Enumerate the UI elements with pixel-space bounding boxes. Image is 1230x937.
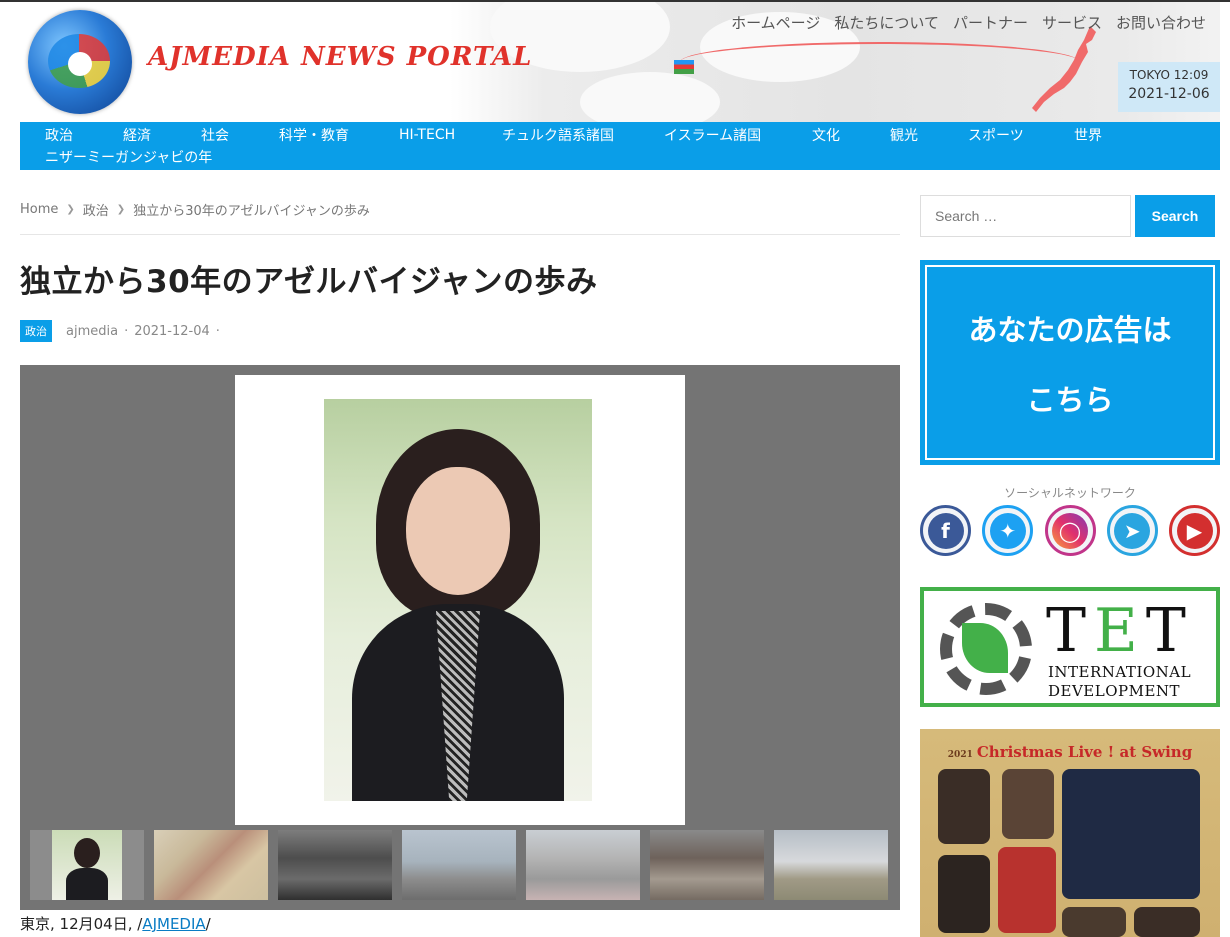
christmas-live-ad[interactable]: 2021 Christmas Live ! at Swing [920, 729, 1220, 937]
search-button[interactable]: Search [1135, 195, 1215, 237]
tet-subtitle-line-1: INTERNATIONAL [1048, 663, 1192, 681]
nav-item[interactable]: 文化 [812, 125, 890, 145]
christmas-ad-year: 2021 [947, 750, 973, 760]
main-nav-row-1: 政治 経済 社会 科学・教育 HI-TECH チュルク語系諸国 イスラーム諸国 文化 観光 スポー… [45, 124, 1220, 146]
twitter-icon[interactable]: ✦ [982, 505, 1034, 556]
dateline-suffix: / [205, 915, 211, 933]
gallery-thumbnail[interactable] [30, 830, 144, 900]
nav-item[interactable]: チュルク語系諸国 [502, 125, 664, 145]
top-nav-partners[interactable]: パートナー [953, 12, 1028, 33]
nav-item[interactable]: 科学・教育 [279, 125, 399, 145]
tet-subtitle-line-2: DEVELOPMENT [1048, 682, 1181, 700]
nav-item[interactable]: 経済 [123, 125, 201, 145]
dateline-text: 東京, 12月04日, / [20, 915, 143, 933]
nav-item-nizami-year[interactable]: ニザーミーガンジャビの年 [45, 147, 212, 167]
facebook-icon[interactable]: f [920, 505, 971, 556]
tokyo-clock: TOKYO 12:09 2021-12-06 [1118, 62, 1220, 112]
youtube-icon[interactable]: ▶ [1169, 505, 1220, 556]
tet-logo-text: TET [1046, 596, 1194, 666]
gallery-thumbnail[interactable] [526, 830, 640, 900]
nav-item[interactable]: スポーツ [968, 125, 1074, 145]
telegram-icon[interactable]: ➤ [1106, 505, 1158, 556]
nav-item[interactable]: 観光 [890, 125, 968, 145]
gallery-thumbnail[interactable] [774, 830, 888, 900]
breadcrumb-current: 独立から30年のアゼルバイジャンの歩み [133, 204, 370, 219]
nav-item[interactable]: 政治 [45, 125, 123, 145]
gallery-main-image[interactable] [235, 375, 685, 825]
dateline-source-link[interactable]: AJMEDIA [142, 915, 205, 933]
top-nav-contact[interactable]: お問い合わせ [1116, 12, 1206, 33]
azerbaijan-flag-icon [674, 60, 694, 74]
main-nav-row-2: ニザーミーガンジャビの年 [45, 146, 1220, 168]
main-nav: 政治 経済 社会 科学・教育 HI-TECH チュルク語系諸国 イスラーム諸国 文化 観光 スポー… [20, 122, 1220, 170]
tet-ad-banner[interactable]: TET INTERNATIONAL DEVELOPMENT [920, 587, 1220, 707]
top-nav: ホームページ 私たちについて パートナー サービス お問い合わせ [731, 12, 1206, 33]
clock-date: 2021-12-06 [1128, 86, 1210, 102]
article-meta: 政治 ajmedia · 2021-12-04 · [20, 320, 226, 342]
gallery-thumbnail[interactable] [650, 830, 764, 900]
portrait-photo [324, 399, 592, 801]
breadcrumb: Home ❯ 政治 ❯ 独立から30年のアゼルバイジャンの歩み [20, 200, 900, 219]
meta-separator: · [215, 323, 220, 339]
search-input[interactable] [920, 195, 1131, 237]
top-nav-about[interactable]: 私たちについて [834, 12, 939, 33]
social-heading: ソーシャルネットワーク [1004, 486, 1136, 500]
nav-item[interactable]: 社会 [201, 125, 279, 145]
gallery-thumbnail[interactable] [278, 830, 392, 900]
ad-text-line-2: こちら [1026, 383, 1114, 417]
social-links: f ✦ ◯ ➤ ▶ [920, 505, 1220, 556]
site-header: AJMEDIA NEWS PORTAL ホームページ 私たちについて パートナー… [20, 2, 1220, 122]
article-date: 2021-12-04 [134, 323, 210, 339]
top-nav-services[interactable]: サービス [1042, 12, 1102, 33]
instagram-icon[interactable]: ◯ [1044, 505, 1096, 556]
breadcrumb-category[interactable]: 政治 [83, 200, 109, 219]
flight-route-line [680, 42, 1080, 82]
chevron-right-icon: ❯ [116, 204, 126, 215]
site-logo-icon[interactable] [28, 10, 132, 114]
gallery-thumbnails [30, 830, 890, 900]
category-badge[interactable]: 政治 [20, 320, 52, 342]
japan-map-icon [1032, 26, 1096, 112]
image-gallery [20, 365, 900, 910]
nav-item[interactable]: HI-TECH [399, 127, 502, 143]
article-dateline: 東京, 12月04日, /AJMEDIA/ [20, 913, 211, 934]
top-nav-home[interactable]: ホームページ [731, 12, 820, 33]
clock-time: TOKYO 12:09 [1129, 68, 1209, 82]
breadcrumb-home[interactable]: Home [20, 202, 58, 217]
ad-text-line-1: あなたの広告は [968, 313, 1172, 347]
tet-subtitle: INTERNATIONAL DEVELOPMENT [1048, 663, 1191, 701]
article-author[interactable]: ajmedia [66, 324, 118, 339]
christmas-ad-heading: Christmas Live ! at Swing [976, 743, 1193, 761]
nav-item[interactable]: イスラーム諸国 [664, 125, 812, 145]
site-logo-text[interactable]: AJMEDIA NEWS PORTAL [148, 42, 532, 72]
nav-item[interactable]: 世界 [1074, 125, 1134, 145]
gallery-thumbnail[interactable] [402, 830, 516, 900]
gallery-thumbnail[interactable] [154, 830, 268, 900]
chevron-right-icon: ❯ [66, 204, 75, 215]
meta-separator: · [124, 323, 129, 339]
ad-banner[interactable]: あなたの広告は こちら [920, 260, 1220, 465]
christmas-ad-title: 2021 Christmas Live ! at Swing [920, 743, 1220, 761]
article-title: 独立から30年のアゼルバイジャンの歩み [20, 264, 598, 300]
divider [20, 234, 900, 235]
